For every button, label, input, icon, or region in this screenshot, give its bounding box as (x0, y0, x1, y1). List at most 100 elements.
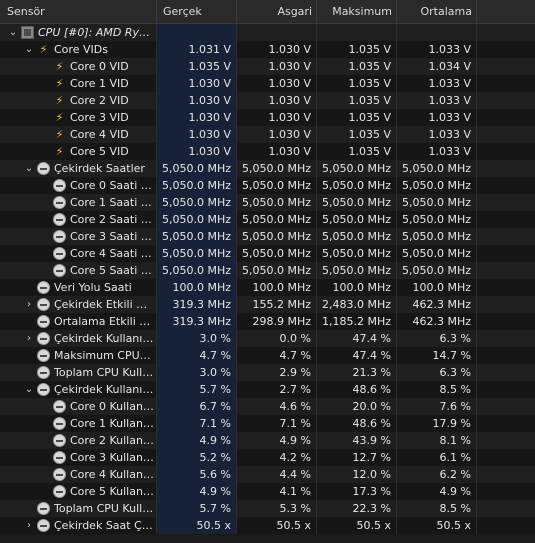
sensor-row[interactable]: Core 1 Saati (per...5,050.0 MHz5,050.0 M… (0, 194, 535, 211)
gauge-icon (53, 213, 66, 226)
voltage-icon: ⚡ (55, 60, 64, 73)
chevron-down-icon[interactable]: ⌄ (23, 41, 35, 58)
row-filler (476, 177, 535, 194)
average-value: 462.3 MHz (396, 313, 476, 330)
sensor-name-cell: ⚡ Core 2 VID (0, 92, 156, 109)
sensor-row[interactable]: Core 0 Saati (per...5,050.0 MHz5,050.0 M… (0, 177, 535, 194)
column-maximum[interactable]: Maksimum (316, 0, 396, 23)
current-value: 319.3 MHz (156, 313, 236, 330)
average-value: 5,050.0 MHz (396, 177, 476, 194)
maximum-value: 5,050.0 MHz (316, 228, 396, 245)
chevron-down-icon[interactable]: ⌄ (23, 160, 35, 177)
sensor-row[interactable]: ⚡ Core 5 VID 1.030 V 1.030 V 1.035 V 1.033 V (0, 143, 535, 160)
minimum-value: 50.5 x (236, 517, 316, 534)
chevron-down-icon[interactable]: ⌄ (23, 381, 35, 398)
sensor-row[interactable]: Core 4 Kullanım 5.6 % 4.4 % 12.0 % 6.2 % (0, 466, 535, 483)
sensor-row[interactable]: Core 0 Kullanım 6.7 % 4.6 % 20.0 % 7.6 % (0, 398, 535, 415)
sensor-row[interactable]: › Çekirdek Kullanımı 3.0 % 0.0 % 47.4 % 6.3 % (0, 330, 535, 347)
sensor-row[interactable]: ⌄ CPU [#0]: AMD Ryz... (0, 24, 535, 41)
row-filler (476, 92, 535, 109)
average-value: 5,050.0 MHz (396, 245, 476, 262)
gauge-icon (53, 196, 66, 209)
sensor-row[interactable]: Maksimum CPU/İş pa...4.7 %4.7 %47.4 %14.… (0, 347, 535, 364)
column-sensor[interactable]: Sensör (0, 0, 156, 23)
chevron-right-icon[interactable]: › (23, 517, 35, 534)
minimum-value: 4.7 % (236, 347, 316, 364)
sensor-label: Core 2 Kullanım (70, 434, 154, 447)
average-value: 5,050.0 MHz (396, 228, 476, 245)
current-value: 5,050.0 MHz (156, 160, 236, 177)
sensor-name-cell: Core 5 Saati (per... (0, 262, 156, 279)
sensor-row[interactable]: Core 4 Saati (per...5,050.0 MHz5,050.0 M… (0, 245, 535, 262)
sensor-name-cell: Core 4 Kullanım (0, 466, 156, 483)
row-filler (476, 228, 535, 245)
chevron-right-icon[interactable]: › (23, 330, 35, 347)
minimum-value: 1.030 V (236, 143, 316, 160)
sensor-row[interactable]: ⌄ ⚡ Core VIDs 1.031 V 1.030 V 1.035 V 1.033 V (0, 41, 535, 58)
minimum-value: 1.030 V (236, 41, 316, 58)
minimum-value: 4.4 % (236, 466, 316, 483)
column-spacer (476, 0, 535, 23)
sensor-row[interactable]: ⌄ Çekirdek Saatler 5,050.0 MHz 5,050.0 MHz 5… (0, 160, 535, 177)
sensor-row[interactable]: Ortalama Etkili Saat 319.3 MHz 298.9 MHz 1,… (0, 313, 535, 330)
sensor-row[interactable]: › Çekirdek Saat Ça... 50.5 x 50.5 x 50.5 x 50… (0, 517, 535, 534)
gauge-icon (37, 315, 50, 328)
row-filler (476, 262, 535, 279)
sensor-label: Core 4 VID (70, 128, 129, 141)
sensor-row[interactable]: Core 3 Saati (per...5,050.0 MHz5,050.0 M… (0, 228, 535, 245)
average-value: 1.033 V (396, 92, 476, 109)
sensor-name-cell: › Çekirdek Kullanımı (0, 330, 156, 347)
current-value: 5,050.0 MHz (156, 211, 236, 228)
row-filler (476, 109, 535, 126)
sensor-row[interactable]: ⚡ Core 4 VID 1.030 V 1.030 V 1.035 V 1.033 V (0, 126, 535, 143)
average-value: 17.9 % (396, 415, 476, 432)
average-value: 6.2 % (396, 466, 476, 483)
chevron-down-icon[interactable]: ⌄ (7, 24, 19, 41)
maximum-value: 5,050.0 MHz (316, 194, 396, 211)
gauge-icon (53, 230, 66, 243)
sensor-label: Core 0 Saati (per... (70, 179, 154, 192)
average-value (396, 24, 476, 41)
sensor-row[interactable]: Veri Yolu Saati 100.0 MHz 100.0 MHz 100.0 M… (0, 279, 535, 296)
row-filler (476, 364, 535, 381)
sensor-name-cell: Core 0 Saati (per... (0, 177, 156, 194)
gauge-icon (53, 400, 66, 413)
column-average[interactable]: Ortalama (396, 0, 476, 23)
sensor-row[interactable]: ⌄ Çekirdek Kullanımı 5.7 % 2.7 % 48.6 % 8.5 % (0, 381, 535, 398)
sensor-row[interactable]: Core 1 Kullanım 7.1 % 7.1 % 48.6 % 17.9 % (0, 415, 535, 432)
maximum-value: 1.035 V (316, 41, 396, 58)
sensor-row[interactable]: Core 2 Saati (per...5,050.0 MHz5,050.0 M… (0, 211, 535, 228)
sensor-row[interactable]: ⚡ Core 1 VID 1.030 V 1.030 V 1.035 V 1.033 V (0, 75, 535, 92)
gauge-icon (37, 349, 50, 362)
row-filler (476, 143, 535, 160)
gauge-icon (53, 485, 66, 498)
average-value: 8.5 % (396, 381, 476, 398)
sensor-row[interactable]: Core 2 Kullanım 4.9 % 4.9 % 43.9 % 8.1 % (0, 432, 535, 449)
sensor-row[interactable]: Core 5 Kullanım 4.9 % 4.1 % 17.3 % 4.9 % (0, 483, 535, 500)
sensor-row[interactable]: Toplam CPU Kullanımı5.7 %5.3 %22.3 %8.5 … (0, 500, 535, 517)
average-value: 1.033 V (396, 109, 476, 126)
sensor-row[interactable]: Core 3 Kullanım 5.2 % 4.2 % 12.7 % 6.1 % (0, 449, 535, 466)
average-value: 4.9 % (396, 483, 476, 500)
minimum-value: 5,050.0 MHz (236, 211, 316, 228)
sensor-row[interactable]: ⚡ Core 2 VID 1.030 V 1.030 V 1.035 V 1.033 V (0, 92, 535, 109)
chevron-right-icon[interactable]: › (23, 296, 35, 313)
row-filler (476, 245, 535, 262)
sensor-row[interactable]: › Çekirdek Etkili Sa... 319.3 MHz 155.2 MHz… (0, 296, 535, 313)
maximum-value: 1.035 V (316, 126, 396, 143)
sensor-row[interactable]: ⚡ Core 0 VID 1.035 V 1.030 V 1.035 V 1.034 V (0, 58, 535, 75)
sensor-row[interactable]: ⚡ Core 3 VID 1.030 V 1.030 V 1.035 V 1.033 V (0, 109, 535, 126)
minimum-value: 5,050.0 MHz (236, 160, 316, 177)
sensor-label: Core 5 Saati (per... (70, 264, 154, 277)
sensor-name-cell: Core 0 Kullanım (0, 398, 156, 415)
sensor-row[interactable]: Toplam CPU Kullanımı3.0 %2.9 %21.3 %6.3 … (0, 364, 535, 381)
sensor-row[interactable]: Core 5 Saati (per...5,050.0 MHz5,050.0 M… (0, 262, 535, 279)
column-current[interactable]: Gerçek (156, 0, 236, 23)
column-minimum[interactable]: Asgari (236, 0, 316, 23)
